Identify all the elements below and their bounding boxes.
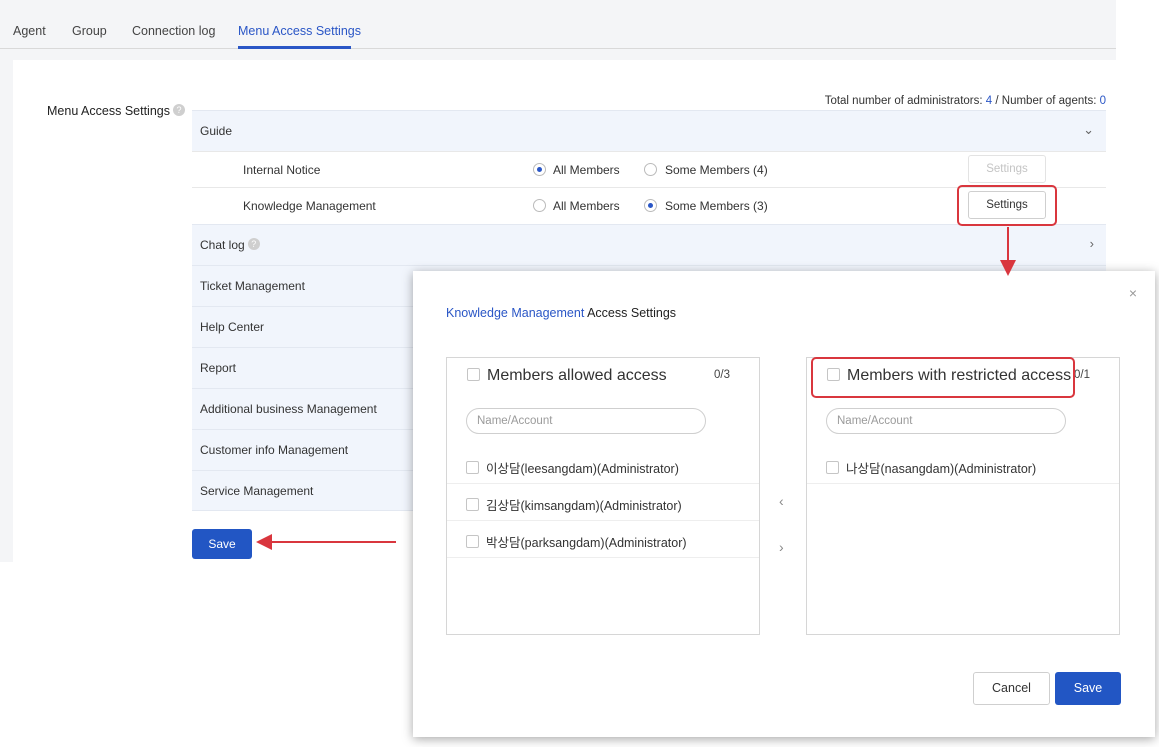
menu-item-label: Internal Notice [243, 163, 321, 177]
member-checkbox[interactable] [466, 535, 479, 548]
help-icon[interactable]: ? [172, 104, 185, 116]
agents-count: 0 [1099, 95, 1106, 107]
modal-title-menu: Knowledge Management [446, 306, 585, 320]
radio-label: Some Members (4) [665, 163, 768, 177]
modal-save-button[interactable]: Save [1055, 672, 1121, 705]
member-checkbox[interactable] [466, 461, 479, 474]
restricted-search-input[interactable]: Name/Account [826, 408, 1066, 434]
menu-group-label: Guide [200, 124, 233, 138]
allowed-list-header: Members allowed access [467, 367, 667, 385]
radio-all-members[interactable] [533, 199, 546, 212]
menu-item-label: Knowledge Management [243, 199, 376, 213]
allowed-heading: Members allowed access [487, 367, 667, 384]
menu-item-internal-notice: Internal Notice All Members Some Members… [192, 151, 1106, 187]
allowed-members-list: Members allowed access 0/3 Name/Account … [446, 357, 760, 635]
radio-label: All Members [553, 199, 620, 213]
member-checkbox[interactable] [466, 498, 479, 511]
list-item[interactable]: 김상담(kimsangdam)(Administrator) [447, 484, 759, 521]
radio-all-members[interactable] [533, 163, 546, 176]
restricted-header-highlight [811, 357, 1075, 398]
tab-menu-access-settings[interactable]: Menu Access Settings [238, 24, 361, 38]
restricted-members-list: Members with restricted access 0/1 Name/… [806, 357, 1120, 635]
menu-group-label: Ticket Management [200, 279, 305, 293]
menu-group-guide[interactable]: Guide ⌄ [192, 110, 1106, 151]
menu-group-label: Report [200, 361, 237, 375]
admins-count: 4 [985, 95, 993, 107]
list-item[interactable]: 이상담(leesangdam)(Administrator) [447, 447, 759, 484]
arrow-left-icon[interactable]: ‹ [779, 493, 784, 509]
totals-separator: / [995, 95, 999, 107]
allowed-count: 0/3 [714, 369, 730, 381]
access-settings-modal: × Knowledge Management Access Settings M… [413, 271, 1155, 737]
menu-group-chat-log[interactable]: Chat log? › [192, 224, 1106, 265]
tab-bar: Agent Group Connection log Menu Access S… [0, 0, 1116, 49]
save-button[interactable]: Save [192, 529, 252, 559]
member-name: 이상담(leesangdam)(Administrator) [486, 462, 679, 476]
select-all-checkbox[interactable] [467, 368, 480, 381]
modal-title: Knowledge Management Access Settings [446, 306, 676, 320]
settings-button-disabled: Settings [968, 155, 1046, 183]
allowed-search-input[interactable]: Name/Account [466, 408, 706, 434]
active-tab-indicator [238, 46, 351, 49]
list-item[interactable]: 박상담(parksangdam)(Administrator) [447, 521, 759, 558]
menu-group-label: Service Management [200, 484, 314, 498]
radio-label: All Members [553, 163, 620, 177]
tab-agent[interactable]: Agent [13, 24, 46, 38]
radio-some-members[interactable] [644, 199, 657, 212]
admins-label: Total number of administrators: [824, 95, 983, 107]
member-name: 김상담(kimsangdam)(Administrator) [486, 499, 682, 513]
tab-group[interactable]: Group [72, 24, 107, 38]
menu-group-label: Help Center [200, 320, 265, 334]
modal-title-text: Access Settings [587, 306, 677, 320]
section-title: Menu Access Settings? [47, 104, 185, 118]
menu-group-label: Chat log? [200, 238, 260, 252]
member-checkbox[interactable] [826, 461, 839, 474]
member-name: 나상담(nasangdam)(Administrator) [846, 462, 1037, 476]
menu-group-label-text: Chat log [200, 238, 245, 252]
menu-group-label: Customer info Management [200, 443, 349, 457]
cancel-button[interactable]: Cancel [973, 672, 1050, 705]
close-icon[interactable]: × [1129, 285, 1137, 301]
list-item[interactable]: 나상담(nasangdam)(Administrator) [807, 447, 1119, 484]
section-title-text: Menu Access Settings [47, 104, 170, 118]
chevron-right-icon[interactable]: › [1090, 236, 1094, 251]
settings-highlight [957, 185, 1057, 226]
help-icon[interactable]: ? [247, 238, 260, 250]
restricted-count: 0/1 [1074, 369, 1090, 381]
radio-some-members[interactable] [644, 163, 657, 176]
chevron-down-icon[interactable]: ⌄ [1083, 122, 1094, 138]
radio-label: Some Members (3) [665, 199, 768, 213]
member-name: 박상담(parksangdam)(Administrator) [486, 536, 687, 550]
tab-connection-log[interactable]: Connection log [132, 24, 215, 38]
menu-group-label: Additional business Management [200, 402, 377, 416]
agents-label: Number of agents: [1001, 95, 1097, 107]
arrow-right-icon[interactable]: › [779, 539, 784, 555]
totals-summary: Total number of administrators: 4 / Numb… [600, 95, 1106, 107]
